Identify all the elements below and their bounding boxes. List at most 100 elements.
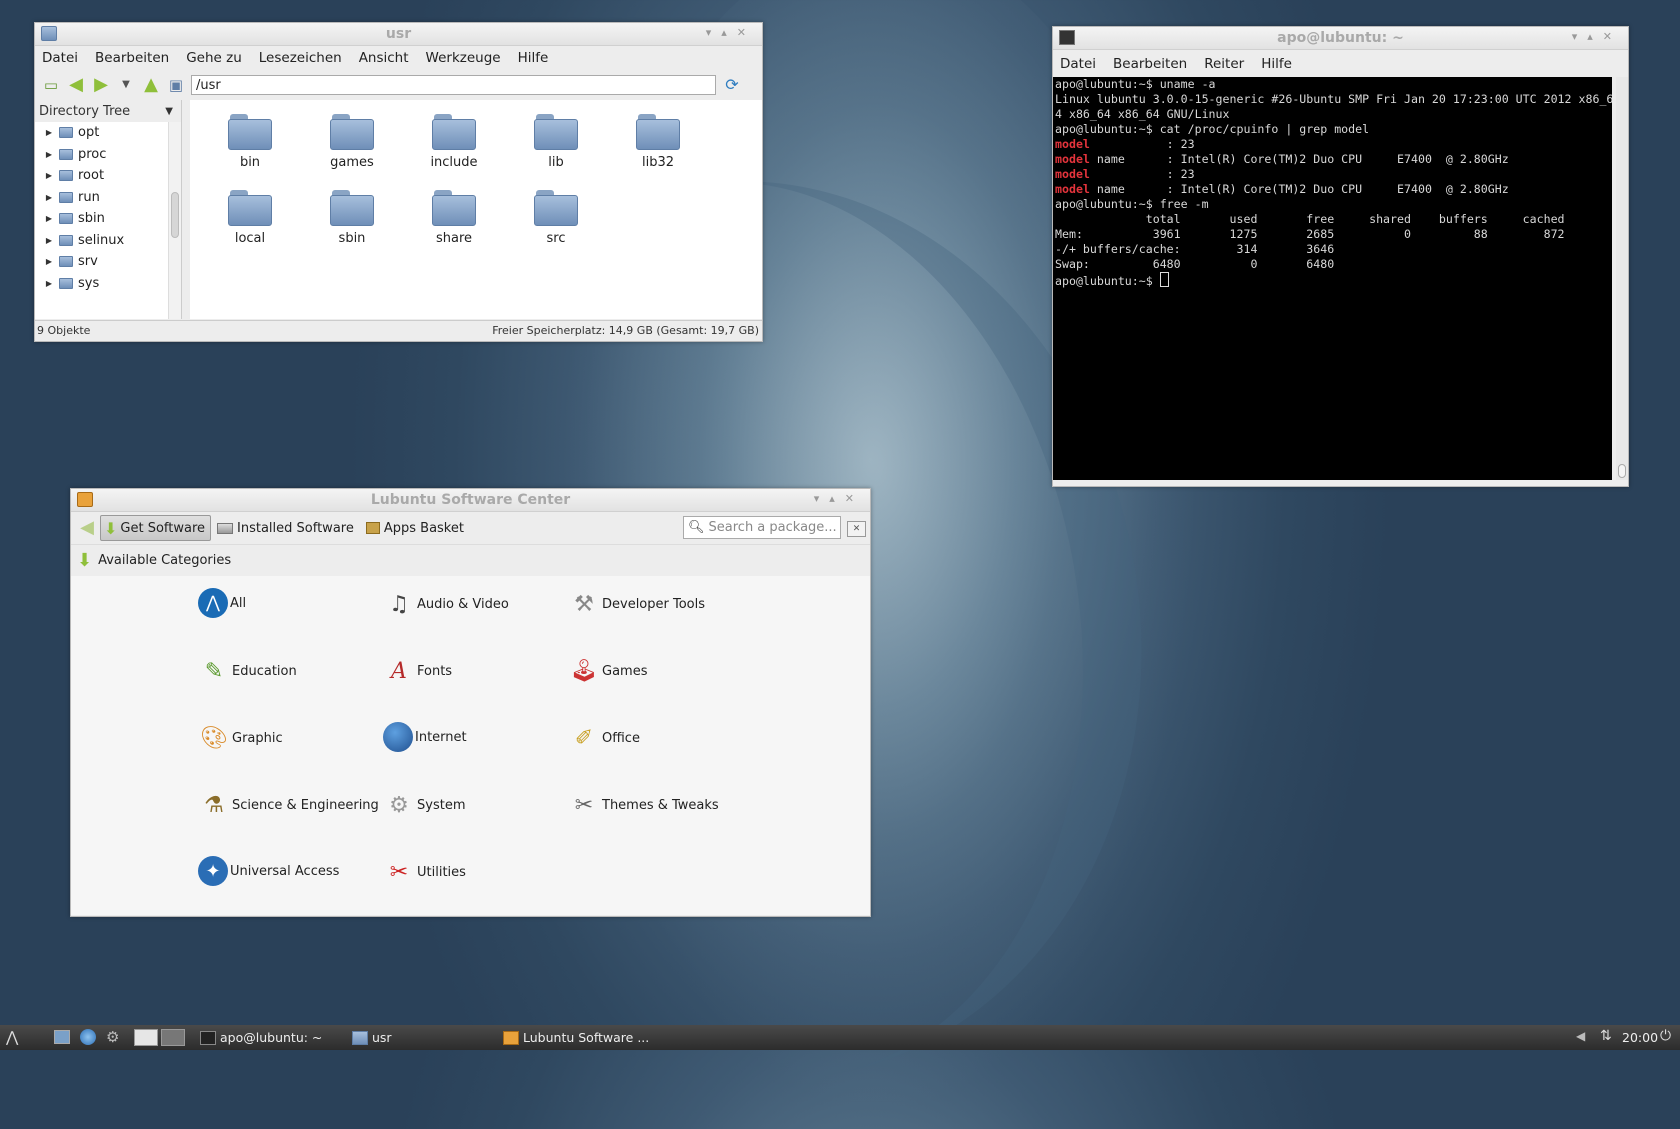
expander-icon[interactable]: ▶ bbox=[42, 150, 56, 159]
menu-datei[interactable]: Datei bbox=[1060, 56, 1096, 72]
settings-icon[interactable]: ⚙ bbox=[106, 1028, 119, 1046]
file-item-include[interactable]: include bbox=[409, 114, 499, 170]
window-controls[interactable]: ▾▴✕ bbox=[814, 492, 864, 505]
close-icon[interactable]: ✕ bbox=[845, 492, 864, 505]
volume-icon[interactable]: ◀ bbox=[1576, 1029, 1585, 1043]
category-games[interactable]: 🕹︎ Games bbox=[568, 655, 647, 687]
maximize-icon[interactable]: ▴ bbox=[721, 26, 737, 39]
maximize-icon[interactable]: ▴ bbox=[1587, 30, 1603, 43]
apps-basket-button[interactable]: Apps Basket bbox=[360, 516, 470, 540]
terminal-scrollbar[interactable] bbox=[1616, 77, 1628, 480]
tree-item-srv[interactable]: ▶ srv bbox=[35, 251, 181, 273]
back-arrow-icon[interactable]: ◀ bbox=[77, 518, 97, 538]
tree-item-sys[interactable]: ▶ sys bbox=[35, 273, 181, 295]
file-item-lib32[interactable]: lib32 bbox=[613, 114, 703, 170]
scrollbar-thumb[interactable] bbox=[171, 192, 179, 238]
menu-bearbeiten[interactable]: Bearbeiten bbox=[95, 50, 169, 66]
menu-hilfe[interactable]: Hilfe bbox=[518, 50, 549, 66]
expander-icon[interactable]: ▶ bbox=[42, 257, 56, 266]
tree-item-proc[interactable]: ▶ proc bbox=[35, 144, 181, 166]
menu-werkzeuge[interactable]: Werkzeuge bbox=[426, 50, 501, 66]
tree-item-opt[interactable]: ▶ opt bbox=[35, 122, 181, 144]
window-controls[interactable]: ▾▴✕ bbox=[1572, 30, 1622, 43]
software-center-titlebar[interactable]: Lubuntu Software Center ▾▴✕ bbox=[71, 489, 870, 512]
history-dropdown-icon[interactable]: ▼ bbox=[116, 75, 136, 95]
back-arrow-icon[interactable]: ◀ bbox=[66, 75, 86, 95]
lubuntu-menu-icon[interactable]: ⋀ bbox=[6, 1028, 18, 1046]
window-controls[interactable]: ▾▴✕ bbox=[706, 26, 756, 39]
task-label: Lubuntu Software ... bbox=[523, 1030, 650, 1045]
tree-item-run[interactable]: ▶ run bbox=[35, 187, 181, 209]
category-graphic[interactable]: 🎨︎ Graphic bbox=[198, 722, 283, 754]
category-all[interactable]: ⋀ All bbox=[198, 588, 246, 618]
sidebar-header[interactable]: Directory Tree ▼ bbox=[35, 100, 181, 122]
get-software-button[interactable]: ⬇ Get Software bbox=[100, 515, 212, 541]
scrollbar-thumb[interactable] bbox=[1618, 464, 1626, 478]
menu-bearbeiten[interactable]: Bearbeiten bbox=[1113, 56, 1187, 72]
up-arrow-icon[interactable]: ▲ bbox=[141, 75, 161, 95]
workspace-1[interactable] bbox=[134, 1029, 158, 1046]
installed-software-button[interactable]: Installed Software bbox=[211, 516, 360, 540]
file-item-bin[interactable]: bin bbox=[205, 114, 295, 170]
show-desktop-icon[interactable] bbox=[54, 1030, 70, 1044]
home-folder-icon[interactable]: ▣ bbox=[166, 75, 186, 95]
file-item-share[interactable]: share bbox=[409, 190, 499, 246]
tree-item-sbin[interactable]: ▶ sbin bbox=[35, 208, 181, 230]
file-item-src[interactable]: src bbox=[511, 190, 601, 246]
tree-item-root[interactable]: ▶ root bbox=[35, 165, 181, 187]
network-icon[interactable]: ⇅ bbox=[1600, 1028, 1612, 1044]
menu-ansicht[interactable]: Ansicht bbox=[359, 50, 409, 66]
workspace-2[interactable] bbox=[161, 1029, 185, 1046]
category-utilities[interactable]: ✂ Utilities bbox=[383, 856, 466, 888]
category-themes-tweaks[interactable]: ✂ Themes & Tweaks bbox=[568, 789, 719, 821]
expander-icon[interactable]: ▶ bbox=[42, 193, 56, 202]
menu-reiter[interactable]: Reiter bbox=[1204, 56, 1244, 72]
expander-icon[interactable]: ▶ bbox=[42, 279, 56, 288]
search-input[interactable]: 🔍︎ Search a package... bbox=[683, 516, 841, 539]
power-icon[interactable]: ⏻ bbox=[1660, 1028, 1671, 1044]
minimize-icon[interactable]: ▾ bbox=[706, 26, 722, 39]
file-manager-titlebar[interactable]: usr ▾▴✕ bbox=[35, 23, 762, 46]
minimize-icon[interactable]: ▾ bbox=[1572, 30, 1588, 43]
menu-gehe-zu[interactable]: Gehe zu bbox=[186, 50, 242, 66]
task-file-manager[interactable]: usr bbox=[352, 1027, 392, 1048]
forward-arrow-icon[interactable]: ▶ bbox=[91, 75, 111, 95]
new-tab-icon[interactable]: ▭ bbox=[41, 75, 61, 95]
category-fonts[interactable]: A Fonts bbox=[383, 655, 452, 687]
category-office[interactable]: ✐ Office bbox=[568, 722, 640, 754]
terminal-output[interactable]: apo@lubuntu:~$ uname -a Linux lubuntu 3.0… bbox=[1053, 77, 1612, 480]
task-software-center[interactable]: Lubuntu Software ... bbox=[503, 1027, 649, 1048]
expander-icon[interactable]: ▶ bbox=[42, 128, 56, 137]
menu-hilfe[interactable]: Hilfe bbox=[1261, 56, 1292, 72]
category-internet[interactable]: Internet bbox=[383, 722, 467, 752]
expander-icon[interactable]: ▶ bbox=[42, 171, 56, 180]
minimize-icon[interactable]: ▾ bbox=[814, 492, 830, 505]
tree-item-selinux[interactable]: ▶ selinux bbox=[35, 230, 181, 252]
file-item-lib[interactable]: lib bbox=[511, 114, 601, 170]
close-icon[interactable]: ✕ bbox=[1603, 30, 1622, 43]
path-input[interactable]: /usr bbox=[191, 75, 716, 95]
category-developer-tools[interactable]: ⚒ Developer Tools bbox=[568, 588, 705, 620]
close-icon[interactable]: ✕ bbox=[737, 26, 756, 39]
file-item-local[interactable]: local bbox=[205, 190, 295, 246]
category-universal-access[interactable]: ✦ Universal Access bbox=[198, 856, 339, 886]
clock[interactable]: 20:00 bbox=[1622, 1030, 1658, 1045]
menu-lesezeichen[interactable]: Lesezeichen bbox=[259, 50, 342, 66]
category-science-engineering[interactable]: ⚗ Science & Engineering bbox=[198, 789, 379, 821]
maximize-icon[interactable]: ▴ bbox=[829, 492, 845, 505]
chevron-down-icon[interactable]: ▼ bbox=[165, 106, 173, 117]
clear-search-icon[interactable]: ✕ bbox=[847, 521, 866, 537]
category-audio-video[interactable]: ♫ Audio & Video bbox=[383, 588, 509, 620]
expander-icon[interactable]: ▶ bbox=[42, 236, 56, 245]
file-item-games[interactable]: games bbox=[307, 114, 397, 170]
category-education[interactable]: ✎ Education bbox=[198, 655, 297, 687]
go-refresh-icon[interactable]: ⟳ bbox=[722, 75, 742, 95]
sidebar-scrollbar[interactable] bbox=[168, 122, 181, 319]
menu-datei[interactable]: Datei bbox=[42, 50, 78, 66]
category-system[interactable]: ⚙ System bbox=[383, 789, 465, 821]
browser-icon[interactable] bbox=[80, 1029, 96, 1045]
expander-icon[interactable]: ▶ bbox=[42, 214, 56, 223]
task-terminal[interactable]: apo@lubuntu: ~ bbox=[200, 1027, 322, 1048]
terminal-titlebar[interactable]: apo@lubuntu: ~ ▾▴✕ bbox=[1053, 27, 1628, 50]
file-item-sbin[interactable]: sbin bbox=[307, 190, 397, 246]
